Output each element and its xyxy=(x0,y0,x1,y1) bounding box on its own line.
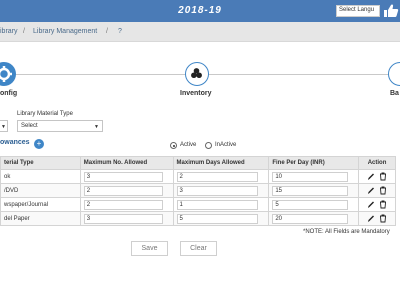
books-icon xyxy=(191,68,202,79)
wizard-step-config[interactable] xyxy=(0,62,16,86)
allowances-table: terial Type Maximum No. Allowed Maximum … xyxy=(0,156,396,226)
status-inactive-label: InActive xyxy=(215,142,237,148)
language-select[interactable]: Select Langu xyxy=(336,5,380,17)
wizard-step-inventory[interactable] xyxy=(185,62,209,86)
action-cell xyxy=(358,183,396,198)
chevron-down-icon: ▼ xyxy=(94,124,99,130)
material-type-cell: /DVD xyxy=(0,183,81,198)
wizard-step-inventory-label: Inventory xyxy=(180,90,212,97)
mandatory-note: *NOTE: All Fields are Mandatory xyxy=(303,229,390,235)
max-no-input[interactable]: 2 xyxy=(83,199,163,210)
breadcrumb-library-management[interactable]: Library Management xyxy=(33,28,97,35)
wizard-step-next[interactable] xyxy=(388,62,400,86)
material-type-cell: ok xyxy=(0,169,81,184)
add-allowance-button[interactable]: + xyxy=(34,139,44,149)
pencil-icon[interactable] xyxy=(367,200,375,209)
library-material-type-value: Select xyxy=(21,123,38,129)
status-active-radio[interactable] xyxy=(170,142,177,149)
max-days-cell[interactable]: 1 xyxy=(172,197,270,212)
breadcrumb-separator: / xyxy=(106,28,108,35)
max-days-cell[interactable]: 2 xyxy=(172,169,270,184)
trash-icon[interactable] xyxy=(379,200,387,209)
breadcrumb-separator: / xyxy=(23,28,25,35)
max-no-input[interactable]: 3 xyxy=(83,171,163,182)
library-material-type-select[interactable]: Select ▼ xyxy=(17,120,103,132)
col-fine-per-day: Fine Per Day (INR) xyxy=(268,156,360,170)
gear-icon xyxy=(0,66,12,82)
max-days-cell[interactable]: 5 xyxy=(172,211,270,226)
material-type-cell: del Paper xyxy=(0,211,81,226)
top-bar: 2018-19 Select Langu xyxy=(0,0,400,22)
pencil-icon[interactable] xyxy=(367,214,375,223)
pencil-icon[interactable] xyxy=(367,186,375,195)
pencil-icon[interactable] xyxy=(367,172,375,181)
breadcrumb-library[interactable]: ibrary xyxy=(0,28,18,35)
material-type-cell: wspaper/Journal xyxy=(0,197,81,212)
col-action: Action xyxy=(358,156,396,170)
fine-input[interactable]: 10 xyxy=(272,171,349,182)
action-cell xyxy=(358,169,396,184)
status-active-label: Active xyxy=(180,142,197,148)
action-cell xyxy=(358,211,396,226)
table-row: del Paper 3 5 20 xyxy=(0,211,396,226)
table-row: ok 3 2 10 xyxy=(0,169,396,184)
clear-button[interactable]: Clear xyxy=(180,241,217,256)
library-material-type-label: Library Material Type xyxy=(17,111,73,117)
thumbs-up-icon[interactable] xyxy=(383,3,399,18)
col-max-no-allowed: Maximum No. Allowed xyxy=(79,156,174,170)
max-no-cell[interactable]: 2 xyxy=(79,197,174,212)
trash-icon[interactable] xyxy=(379,214,387,223)
action-cell xyxy=(358,197,396,212)
select-left-partial[interactable]: ▼ xyxy=(0,120,8,132)
table-row: /DVD 2 3 15 xyxy=(0,183,396,198)
fine-cell[interactable]: 20 xyxy=(268,211,360,226)
table-header-row: terial Type Maximum No. Allowed Maximum … xyxy=(0,156,396,170)
max-days-input[interactable]: 2 xyxy=(176,171,259,182)
max-no-cell[interactable]: 2 xyxy=(79,183,174,198)
chevron-down-icon: ▼ xyxy=(1,124,6,130)
fine-cell[interactable]: 15 xyxy=(268,183,360,198)
trash-icon[interactable] xyxy=(379,172,387,181)
max-no-input[interactable]: 2 xyxy=(83,185,163,196)
max-days-input[interactable]: 3 xyxy=(176,185,259,196)
trash-icon[interactable] xyxy=(379,186,387,195)
status-inactive-radio[interactable] xyxy=(205,142,212,149)
allowances-title: owances xyxy=(0,139,30,146)
fine-input[interactable]: 5 xyxy=(272,199,349,210)
max-no-input[interactable]: 3 xyxy=(83,213,163,224)
col-max-days-allowed: Maximum Days Allowed xyxy=(172,156,270,170)
fine-cell[interactable]: 5 xyxy=(268,197,360,212)
table-row: wspaper/Journal 2 1 5 xyxy=(0,197,396,212)
max-days-input[interactable]: 5 xyxy=(176,213,259,224)
fine-cell[interactable]: 10 xyxy=(268,169,360,184)
fine-input[interactable]: 15 xyxy=(272,185,349,196)
wizard-step-config-label: onfig xyxy=(0,90,18,97)
max-days-input[interactable]: 1 xyxy=(176,199,259,210)
wizard-step-next-label: Ba xyxy=(390,90,399,97)
max-days-cell[interactable]: 3 xyxy=(172,183,270,198)
breadcrumb-help[interactable]: ? xyxy=(118,28,122,35)
breadcrumb: ibrary / Library Management / ? xyxy=(0,22,400,42)
col-material-type: terial Type xyxy=(0,156,81,170)
max-no-cell[interactable]: 3 xyxy=(79,211,174,226)
fine-input[interactable]: 20 xyxy=(272,213,349,224)
save-button[interactable]: Save xyxy=(131,241,168,256)
max-no-cell[interactable]: 3 xyxy=(79,169,174,184)
